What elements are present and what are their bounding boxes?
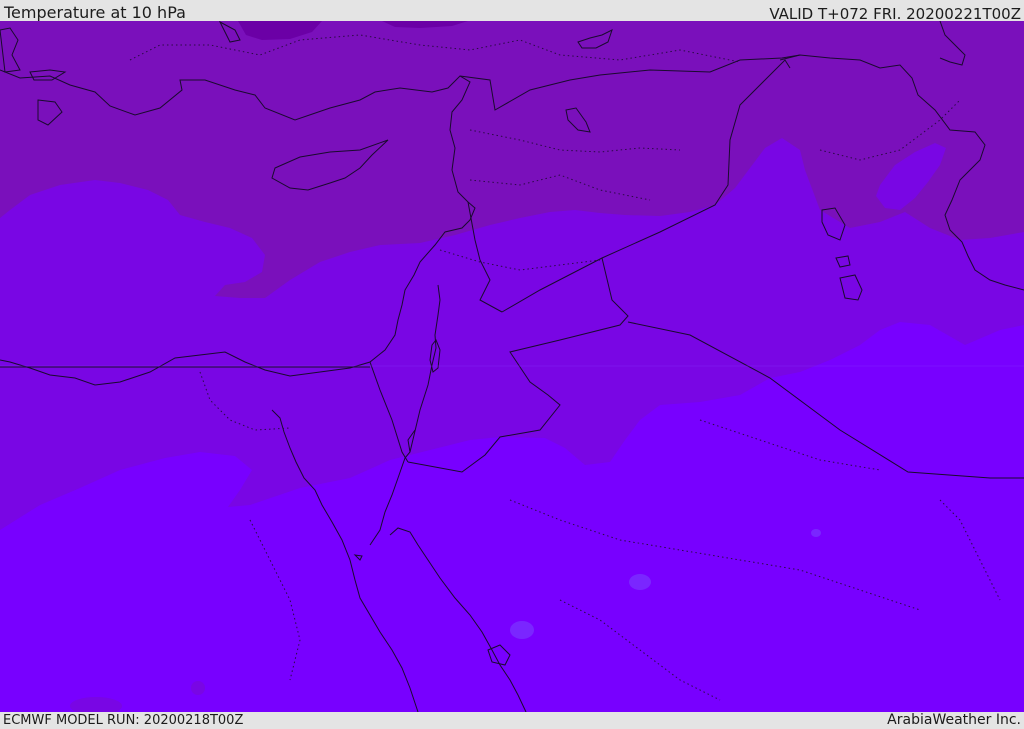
warm-blob-2 <box>510 621 534 639</box>
warm-blob-3 <box>811 529 821 537</box>
model-run-label: ECMWF MODEL RUN: 20200218T00Z <box>3 713 244 728</box>
cool-blob-sw-2 <box>191 681 205 695</box>
header-bar: Temperature at 10 hPa VALID T+072 FRI. 2… <box>0 0 1024 23</box>
credit-label: ArabiaWeather Inc. <box>887 712 1021 728</box>
valid-time: VALID T+072 FRI. 20200221T00Z <box>769 5 1021 23</box>
footer-bar: ECMWF MODEL RUN: 20200218T00Z ArabiaWeat… <box>0 712 1024 729</box>
warm-blob-1 <box>629 574 651 590</box>
map-title: Temperature at 10 hPa <box>4 3 186 22</box>
temperature-map[interactable] <box>0 21 1024 712</box>
